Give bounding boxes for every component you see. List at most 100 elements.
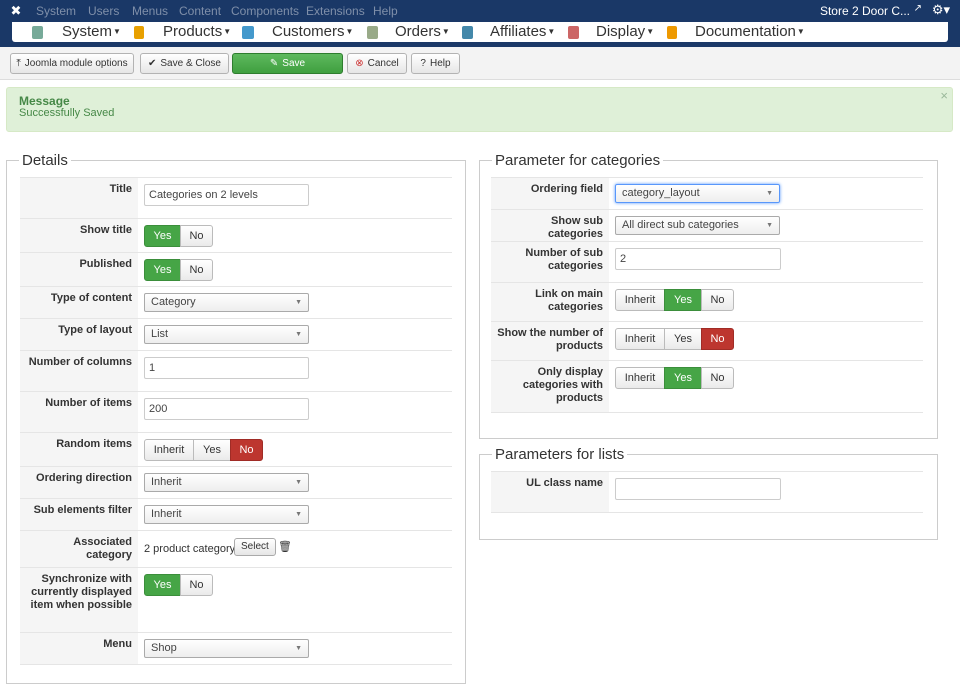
assoc-category-row: Associated category 2 product category S… <box>20 530 452 567</box>
menu-help[interactable]: Help <box>373 4 398 18</box>
chevron-down-icon: ▼ <box>766 190 773 197</box>
show-num-label: Show the number of products <box>491 322 609 360</box>
display-icon <box>568 26 579 39</box>
show-num-no[interactable]: No <box>701 328 734 350</box>
lists-legend: Parameters for lists <box>495 446 625 463</box>
menu-select[interactable]: Shop ▼ <box>144 639 309 658</box>
ordering-dir-row: Ordering direction Inherit ▼ <box>20 466 452 498</box>
vm-menu-system[interactable]: System▼ <box>32 22 121 42</box>
type-content-select[interactable]: Category ▼ <box>144 293 309 312</box>
menu-extensions[interactable]: Extensions <box>306 4 365 18</box>
message-heading: Message <box>19 94 70 108</box>
admin-top-bar: ✖ System Users Menus Content Components … <box>0 0 960 22</box>
orders-icon <box>367 26 378 39</box>
sync-row: Synchronize with currently displayed ite… <box>20 567 452 632</box>
link-main-inherit[interactable]: Inherit <box>615 289 665 311</box>
show-num-row: Show the number of products Inherit Yes No <box>491 321 923 360</box>
ul-class-input[interactable] <box>615 478 781 500</box>
vm-menu-products[interactable]: Products▼ <box>134 22 231 42</box>
sub-filter-select[interactable]: Inherit ▼ <box>144 505 309 524</box>
show-num-toggle: Inherit Yes No <box>615 328 734 350</box>
show-num-yes[interactable]: Yes <box>664 328 702 350</box>
show-num-inherit[interactable]: Inherit <box>615 328 665 350</box>
vm-menu-documentation[interactable]: Documentation▼ <box>667 22 805 42</box>
menu-row: Menu Shop ▼ <box>20 632 452 665</box>
num-items-label: Number of items <box>20 392 138 432</box>
sub-filter-row: Sub elements filter Inherit ▼ <box>20 498 452 530</box>
title-label: Title <box>20 178 138 218</box>
assoc-category-value: 2 product category <box>144 543 236 555</box>
only-display-label: Only display categories with products <box>491 361 609 412</box>
vm-menu-affiliates[interactable]: Affiliates▼ <box>462 22 555 42</box>
show-title-yes[interactable]: Yes <box>144 225 181 247</box>
menu-content[interactable]: Content <box>179 4 221 18</box>
site-name-link[interactable]: Store 2 Door C... <box>820 4 910 18</box>
close-icon[interactable]: × <box>940 88 948 103</box>
chevron-down-icon: ▼ <box>295 331 302 338</box>
type-layout-label: Type of layout <box>20 319 138 350</box>
ordering-dir-select[interactable]: Inherit ▼ <box>144 473 309 492</box>
ul-class-label: UL class name <box>491 472 609 512</box>
show-title-toggle: Yes No <box>144 225 213 247</box>
vm-menu-orders[interactable]: Orders▼ <box>367 22 450 42</box>
external-link-icon: ↗ <box>913 3 922 14</box>
show-sub-label: Show sub categories <box>491 210 609 241</box>
type-layout-select[interactable]: List ▼ <box>144 325 309 344</box>
random-inherit[interactable]: Inherit <box>144 439 194 461</box>
num-columns-input[interactable]: 1 <box>144 357 309 379</box>
num-columns-label: Number of columns <box>20 351 138 391</box>
save-button[interactable]: ✎ Save <box>232 53 343 74</box>
module-options-button[interactable]: ⤒ Joomla module options <box>10 53 134 74</box>
sync-yes[interactable]: Yes <box>144 574 181 596</box>
help-button[interactable]: ? Help <box>411 53 460 74</box>
box-icon <box>134 26 144 39</box>
show-sub-select[interactable]: All direct sub categories ▼ <box>615 216 780 235</box>
vm-menu-display[interactable]: Display▼ <box>568 22 654 42</box>
num-items-input[interactable]: 200 <box>144 398 309 420</box>
menu-components[interactable]: Components <box>231 4 299 18</box>
random-no[interactable]: No <box>230 439 263 461</box>
show-title-no[interactable]: No <box>180 225 213 247</box>
joomla-logo-icon[interactable]: ✖ <box>8 3 24 19</box>
ul-class-row: UL class name <box>491 471 923 513</box>
tools-icon <box>32 26 43 39</box>
ordering-field-select[interactable]: category_layout ▼ <box>615 184 780 203</box>
menu-menus[interactable]: Menus <box>132 4 168 18</box>
cancel-button[interactable]: ⊗ Cancel <box>347 53 407 74</box>
link-main-toggle: Inherit Yes No <box>615 289 734 311</box>
save-close-button[interactable]: ✔ Save & Close <box>140 53 229 74</box>
link-main-yes[interactable]: Yes <box>664 289 702 311</box>
only-display-yes[interactable]: Yes <box>664 367 702 389</box>
message-text: Successfully Saved <box>19 107 115 119</box>
show-title-row: Show title Yes No <box>20 218 452 252</box>
type-content-row: Type of content Category ▼ <box>20 286 452 318</box>
num-items-row: Number of items 200 <box>20 391 452 432</box>
title-input[interactable]: Categories on 2 levels <box>144 184 309 206</box>
gear-icon[interactable]: ⚙▾ <box>932 2 950 18</box>
chevron-down-icon: ▼ <box>295 645 302 652</box>
link-main-no[interactable]: No <box>701 289 734 311</box>
select-category-button[interactable]: Select <box>234 538 276 556</box>
lists-form: UL class name <box>491 471 923 513</box>
categories-legend: Parameter for categories <box>495 152 661 169</box>
random-items-label: Random items <box>20 433 138 466</box>
link-main-label: Link on main categories <box>491 283 609 321</box>
trash-icon[interactable]: 🗑 <box>278 540 292 553</box>
menu-users[interactable]: Users <box>88 4 119 18</box>
published-yes[interactable]: Yes <box>144 259 181 281</box>
ordering-field-label: Ordering field <box>491 178 609 209</box>
num-sub-input[interactable]: 2 <box>615 248 781 270</box>
sync-toggle: Yes No <box>144 574 213 596</box>
cancel-icon: ⊗ <box>355 58 364 69</box>
menu-system[interactable]: System <box>36 4 76 18</box>
published-toggle: Yes No <box>144 259 213 281</box>
num-sub-row: Number of sub categories 2 <box>491 241 923 282</box>
published-no[interactable]: No <box>180 259 213 281</box>
only-display-inherit[interactable]: Inherit <box>615 367 665 389</box>
sync-no[interactable]: No <box>180 574 213 596</box>
num-columns-row: Number of columns 1 <box>20 350 452 391</box>
random-yes[interactable]: Yes <box>193 439 231 461</box>
sub-filter-label: Sub elements filter <box>20 499 138 530</box>
vm-menu-customers[interactable]: Customers▼ <box>242 22 353 42</box>
only-display-no[interactable]: No <box>701 367 734 389</box>
